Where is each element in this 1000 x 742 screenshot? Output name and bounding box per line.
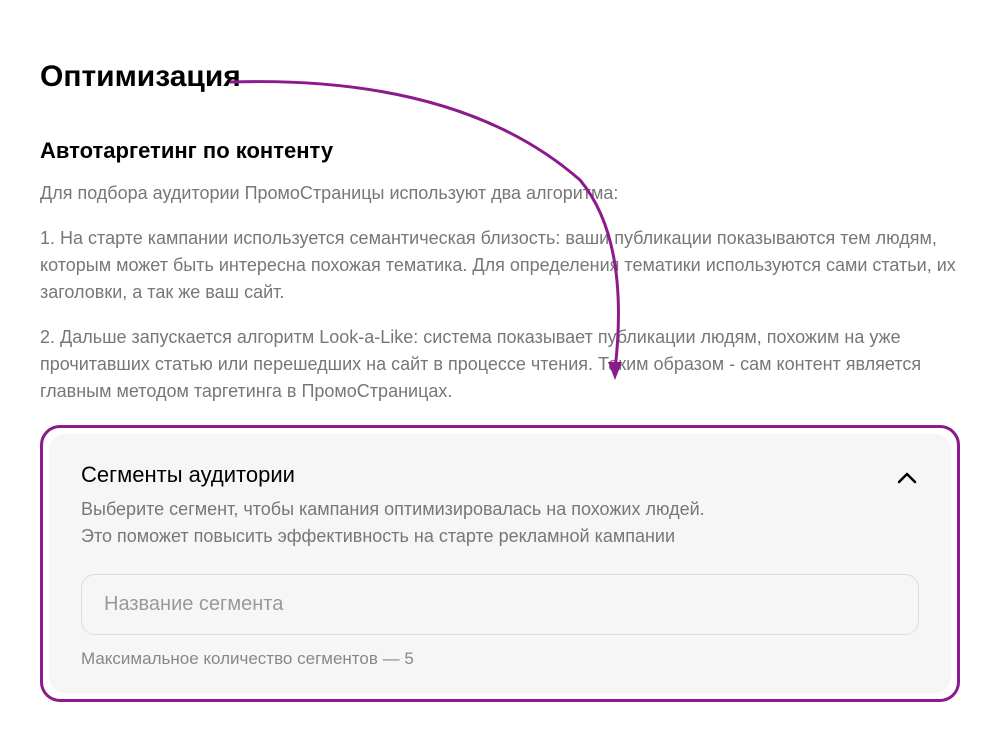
segment-name-input[interactable]: [81, 574, 919, 635]
segments-panel-highlight: Сегменты аудитории Выберите сегмент, что…: [40, 425, 960, 702]
segments-panel-header[interactable]: Сегменты аудитории Выберите сегмент, что…: [81, 462, 919, 550]
algorithm-2-text: 2. Дальше запускается алгоритм Look-a-Li…: [40, 324, 960, 405]
page-title: Оптимизация: [40, 60, 960, 94]
segments-panel-desc-line2: Это поможет повысить эффективность на ст…: [81, 523, 879, 550]
algorithm-1-text: 1. На старте кампании используется семан…: [40, 225, 960, 306]
segments-hint: Максимальное количество сегментов — 5: [81, 649, 919, 669]
segments-panel-title: Сегменты аудитории: [81, 462, 879, 488]
intro-text: Для подбора аудитории ПромоСтраницы испо…: [40, 180, 960, 207]
segments-panel: Сегменты аудитории Выберите сегмент, что…: [49, 434, 951, 693]
section-title: Автотаргетинг по контенту: [40, 138, 960, 164]
chevron-up-icon[interactable]: [895, 466, 919, 490]
segments-panel-desc-line1: Выберите сегмент, чтобы кампания оптимиз…: [81, 496, 879, 523]
